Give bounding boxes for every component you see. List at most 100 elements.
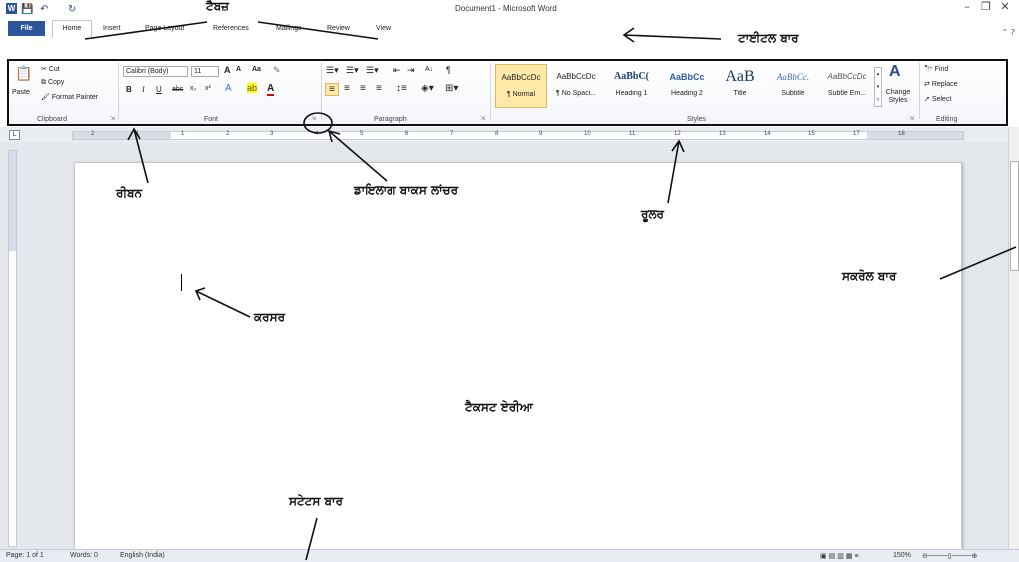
close-button[interactable]: ✕	[993, 0, 1017, 16]
language-indicator[interactable]: English (India)	[120, 552, 165, 559]
underline-button[interactable]: U	[156, 85, 162, 94]
cursor-arrow-icon: ➚	[924, 96, 932, 103]
borders-icon[interactable]: ⊞▾	[445, 83, 458, 94]
style-heading-2[interactable]: AaBbCc Heading 2	[661, 64, 713, 108]
style-subtle-emphasis[interactable]: AaBbCcDc Subtle Em...	[822, 64, 872, 108]
line-spacing-icon[interactable]: ↕≡	[396, 83, 407, 94]
paragraph-dialog-launcher[interactable]: ⇲	[480, 115, 485, 122]
zoom-level[interactable]: 150%	[893, 552, 911, 559]
ruler-number: 1	[136, 131, 140, 137]
style-title[interactable]: AaB Title	[716, 64, 764, 108]
tab-review[interactable]: Review	[327, 21, 350, 36]
increase-indent-icon[interactable]: ⇥	[407, 65, 415, 76]
vertical-scrollbar[interactable]	[1008, 127, 1019, 550]
align-center-icon[interactable]: ≡	[344, 83, 350, 94]
binoculars-icon: 🔭	[924, 66, 935, 73]
shading-icon[interactable]: ◈▾	[421, 83, 434, 94]
grow-font-button[interactable]: A	[224, 65, 231, 75]
align-left-icon[interactable]: ≡	[325, 83, 339, 96]
zoom-slider[interactable]: ⊖────▯────⊕	[922, 552, 977, 560]
style-no-spacing[interactable]: AaBbCcDc ¶ No Spaci...	[550, 64, 602, 108]
undo-icon[interactable]: ↶	[40, 4, 48, 15]
select-button[interactable]: ➚ Select	[924, 95, 951, 103]
change-styles-icon[interactable]: A	[889, 63, 901, 81]
ruler-number: 2	[226, 131, 230, 137]
annotation-dialog-launcher: ਡਾਇਲਾਗ ਬਾਕਸ ਲਾਂਚਰ	[354, 183, 459, 197]
document-page[interactable]	[74, 162, 962, 550]
tab-view[interactable]: View	[376, 21, 391, 36]
bold-button[interactable]: B	[126, 85, 132, 94]
style-subtitle[interactable]: AaBbCc. Subtitle	[766, 64, 820, 108]
format-painter-button[interactable]: 🖌 Format Painter	[41, 93, 98, 101]
superscript-button[interactable]: x²	[205, 85, 211, 92]
tab-mailings[interactable]: Mailings	[276, 21, 302, 36]
annotation-text-area: ਟੈਕਸਟ ਏਰੀਆ	[465, 400, 533, 414]
copy-button[interactable]: ⧉ Copy	[41, 79, 64, 87]
view-buttons-icon[interactable]: ▣▤▥▦≡	[820, 552, 861, 560]
ruler-number: 17	[853, 131, 860, 137]
annotation-status-bar: ਸਟੇਟਸ ਬਾਰ	[289, 494, 343, 508]
ruler-number: 7	[450, 131, 454, 137]
ruler-number: 11	[629, 131, 636, 137]
paragraph-group-label: Paragraph	[374, 116, 407, 123]
horizontal-ruler[interactable]: 2 1 1 2 3 4 5 6 7 8 9 10 11 12 13 14 15 17 18	[72, 131, 964, 140]
styles-dialog-launcher[interactable]: ⇲	[909, 115, 914, 122]
ruler-number: 2	[91, 131, 95, 137]
show-formatting-button[interactable]: ¶	[446, 65, 451, 75]
find-button[interactable]: 🔭 Find	[924, 65, 948, 73]
tab-selector[interactable]: L	[9, 130, 20, 140]
tab-insert[interactable]: Insert	[103, 21, 121, 36]
paste-button[interactable]: Paste	[12, 89, 30, 96]
change-case-button[interactable]: Aa	[252, 66, 261, 73]
italic-button[interactable]: I	[142, 85, 145, 94]
paste-icon[interactable]: 📋	[15, 65, 32, 82]
tab-references[interactable]: References	[213, 21, 249, 36]
clear-formatting-icon[interactable]: ✎	[273, 65, 281, 76]
font-dialog-launcher[interactable]: ⇲	[311, 115, 316, 122]
style-heading-1[interactable]: AaBbC( Heading 1	[604, 64, 659, 108]
align-right-icon[interactable]: ≡	[360, 83, 366, 94]
decrease-indent-icon[interactable]: ⇤	[393, 65, 401, 76]
text-effects-icon[interactable]: A	[225, 83, 232, 94]
ruler-number: 5	[360, 131, 364, 137]
clipboard-dialog-launcher[interactable]: ⇲	[110, 115, 115, 122]
font-color-button[interactable]: A	[267, 83, 275, 96]
justify-icon[interactable]: ≡	[376, 83, 382, 94]
scroll-thumb[interactable]	[1010, 161, 1019, 271]
word-count[interactable]: Words: 0	[70, 552, 98, 559]
replace-button[interactable]: ⇄ Replace	[924, 80, 958, 88]
tab-home[interactable]: Home	[52, 20, 92, 37]
shrink-font-button[interactable]: A	[236, 66, 241, 73]
style-normal[interactable]: AaBbCcDc ¶ Normal	[495, 64, 547, 108]
page-count[interactable]: Page: 1 of 1	[6, 552, 44, 559]
strikethrough-button[interactable]: abc	[172, 86, 183, 93]
redo-icon[interactable]: ↻	[68, 4, 76, 15]
help-icon[interactable]: ⌃ ?	[1002, 28, 1016, 37]
font-name-select[interactable]: Calibri (Body)	[123, 66, 188, 77]
tab-file[interactable]: File	[8, 21, 45, 36]
multilevel-list-icon[interactable]: ☰▾	[366, 65, 379, 76]
ruler-number: 9	[539, 131, 543, 137]
font-group-label: Font	[204, 116, 219, 123]
ruler-number: 6	[405, 131, 409, 137]
ribbon: 📋 Paste ✂ Cut ⧉ Copy 🖌 Format Painter Cl…	[7, 59, 1008, 126]
replace-icon: ⇄	[924, 81, 932, 88]
vertical-ruler[interactable]	[8, 150, 17, 547]
tab-page-layout[interactable]: Page Layout	[145, 21, 184, 36]
text-cursor	[181, 274, 182, 291]
change-styles-button[interactable]: Change Styles	[885, 89, 911, 105]
bullets-icon[interactable]: ☰▾	[326, 65, 339, 76]
ruler-number: 4	[315, 131, 319, 137]
save-icon[interactable]: 💾	[21, 4, 33, 15]
styles-scroll-icon[interactable]: ▴ ▾ ▿	[874, 67, 882, 107]
sort-button[interactable]: A↓	[425, 66, 433, 73]
numbering-icon[interactable]: ☰▾	[346, 65, 359, 76]
annotation-ruler: ਰੂਲਰ	[641, 207, 664, 221]
cut-button[interactable]: ✂ Cut	[41, 65, 60, 73]
subscript-button[interactable]: x₂	[190, 85, 196, 92]
annotation-ribbon: ਰੀਬਨ	[116, 186, 143, 200]
annotation-cursor: ਕਰਸਰ	[254, 310, 286, 324]
highlight-icon[interactable]: ab	[247, 83, 258, 93]
font-size-select[interactable]: 11	[191, 66, 219, 77]
ribbon-tabs: File Home Insert Page Layout References …	[0, 17, 1019, 37]
